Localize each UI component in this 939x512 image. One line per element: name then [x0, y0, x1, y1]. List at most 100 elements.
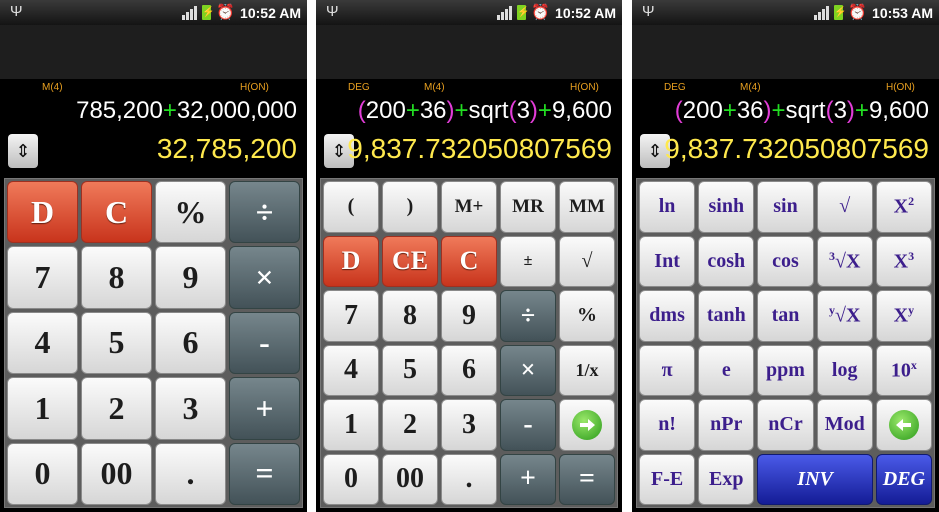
npr-button[interactable]: nPr: [698, 399, 755, 451]
int-button[interactable]: Int: [639, 235, 696, 287]
x-squared-button[interactable]: X2: [875, 181, 932, 233]
sin-button[interactable]: sin: [757, 181, 814, 233]
keypad: D C% ÷ 7 8 9 × 4 5 6- 1 2 3 +0 00. =: [4, 178, 303, 508]
mod-button[interactable]: Mod: [816, 399, 873, 451]
ce-button[interactable]: CE: [382, 235, 438, 287]
n-button[interactable]: n!: [639, 399, 696, 451]
multiply-button[interactable]: ×: [500, 344, 556, 396]
sqrt-button[interactable]: √: [559, 235, 615, 287]
result-line: 9,837.732050807569: [347, 133, 612, 164]
cosh-button[interactable]: cosh: [698, 235, 755, 287]
4-button[interactable]: 4: [323, 344, 379, 396]
calculator-screen-scientific: Ψ ⚡ ⏰ 10:53 AM DEG M(4) H(ON) (200+36)+s…: [632, 0, 939, 512]
ten-power-x-button[interactable]: 10x: [875, 344, 932, 396]
ln-button[interactable]: ln: [639, 181, 696, 233]
minus-button[interactable]: -: [229, 311, 300, 375]
c-button[interactable]: C: [81, 181, 152, 244]
4-button[interactable]: 4: [7, 311, 78, 375]
e-button[interactable]: e: [698, 344, 755, 396]
f-e-button[interactable]: F-E: [639, 453, 696, 505]
3-button[interactable]: 3: [155, 377, 226, 440]
angle-indicator: DEG: [664, 82, 686, 93]
dms-button[interactable]: dms: [639, 290, 696, 342]
d-button[interactable]: D: [7, 181, 78, 244]
calculator-display: M(4) H(ON) 785,200+32,000,000 ⇕ 32,785,2…: [4, 80, 303, 174]
00-button[interactable]: 00: [81, 442, 152, 505]
sinh-button[interactable]: sinh: [698, 181, 755, 233]
inv-button[interactable]: INV: [757, 453, 873, 505]
1-button[interactable]: 1: [323, 399, 379, 451]
memory-indicator: M(4): [42, 82, 63, 93]
alarm-icon: ⏰: [848, 4, 868, 21]
title-bar: [316, 25, 622, 79]
enter-button[interactable]: [559, 399, 615, 451]
5-button[interactable]: 5: [382, 344, 438, 396]
9-button[interactable]: 9: [155, 246, 226, 309]
usb-icon: Ψ: [642, 3, 655, 20]
d-button[interactable]: D: [323, 235, 379, 287]
2-button[interactable]: 2: [81, 377, 152, 440]
open-paren-button[interactable]: (: [323, 181, 379, 233]
decimal-button[interactable]: .: [155, 442, 226, 505]
decimal-button[interactable]: .: [441, 453, 497, 505]
pi-button[interactable]: π: [639, 344, 696, 396]
multiply-button[interactable]: ×: [229, 246, 300, 309]
0-button[interactable]: 0: [7, 442, 78, 505]
0-button[interactable]: 0: [323, 453, 379, 505]
calculator-screen-standard: Ψ ⚡ ⏰ 10:52 AM DEG M(4) H(ON) (200+36)+s…: [316, 0, 622, 512]
memory-indicator: M(4): [424, 82, 445, 93]
close-paren-button[interactable]: ): [382, 181, 438, 233]
7-button[interactable]: 7: [7, 246, 78, 309]
9-button[interactable]: 9: [441, 290, 497, 342]
divide-button[interactable]: ÷: [229, 181, 300, 244]
1-button[interactable]: 1: [7, 377, 78, 440]
x-power-y-button[interactable]: Xy: [875, 290, 932, 342]
minus-button[interactable]: -: [500, 399, 556, 451]
percent-button[interactable]: %: [155, 181, 226, 244]
signal-icon: [814, 5, 830, 20]
calculator-screen-basic: Ψ ⚡ ⏰ 10:52 AM M(4) H(ON) 785,200+32,000…: [0, 0, 307, 512]
memory-indicator: M(4): [740, 82, 761, 93]
mm-button[interactable]: MM: [559, 181, 615, 233]
usb-icon: Ψ: [326, 3, 339, 20]
ncr-button[interactable]: nCr: [757, 399, 814, 451]
2-button[interactable]: 2: [382, 399, 438, 451]
percent-button[interactable]: %: [559, 290, 615, 342]
x-cubed-button[interactable]: X3: [875, 235, 932, 287]
ppm-button[interactable]: ppm: [757, 344, 814, 396]
alarm-icon: ⏰: [531, 4, 551, 21]
signal-icon: [497, 5, 513, 20]
plus-minus-button[interactable]: ±: [500, 235, 556, 287]
6-button[interactable]: 6: [441, 344, 497, 396]
cos-button[interactable]: cos: [757, 235, 814, 287]
plus-button[interactable]: +: [500, 453, 556, 505]
back-button[interactable]: [875, 399, 932, 451]
sqrt-button[interactable]: √: [816, 181, 873, 233]
equals-button[interactable]: =: [559, 453, 615, 505]
cube-root-button[interactable]: 3√X: [816, 235, 873, 287]
history-indicator: H(ON): [570, 82, 599, 93]
reciprocal-button[interactable]: 1/x: [559, 344, 615, 396]
keypad: ln sinh sin √ X2 Int cosh cos 3√X X3 dms tanh tan y√X…: [636, 178, 935, 508]
5-button[interactable]: 5: [81, 311, 152, 375]
deg-button[interactable]: DEG: [875, 453, 932, 505]
plus-button[interactable]: +: [229, 377, 300, 440]
8-button[interactable]: 8: [382, 290, 438, 342]
c-button[interactable]: C: [441, 235, 497, 287]
3-button[interactable]: 3: [441, 399, 497, 451]
7-button[interactable]: 7: [323, 290, 379, 342]
tan-button[interactable]: tan: [757, 290, 814, 342]
tanh-button[interactable]: tanh: [698, 290, 755, 342]
8-button[interactable]: 8: [81, 246, 152, 309]
6-button[interactable]: 6: [155, 311, 226, 375]
memory-add-button[interactable]: M+: [441, 181, 497, 233]
log-button[interactable]: log: [816, 344, 873, 396]
00-button[interactable]: 00: [382, 453, 438, 505]
equals-button[interactable]: =: [229, 442, 300, 505]
exp-button[interactable]: Exp: [698, 453, 755, 505]
calculator-display: DEG M(4) H(ON) (200+36)+sqrt(3)+9,600 ⇕ …: [320, 80, 618, 174]
swap-arrows-icon[interactable]: ⇕: [8, 134, 38, 168]
y-root-button[interactable]: y√X: [816, 290, 873, 342]
mr-button[interactable]: MR: [500, 181, 556, 233]
divide-button[interactable]: ÷: [500, 290, 556, 342]
